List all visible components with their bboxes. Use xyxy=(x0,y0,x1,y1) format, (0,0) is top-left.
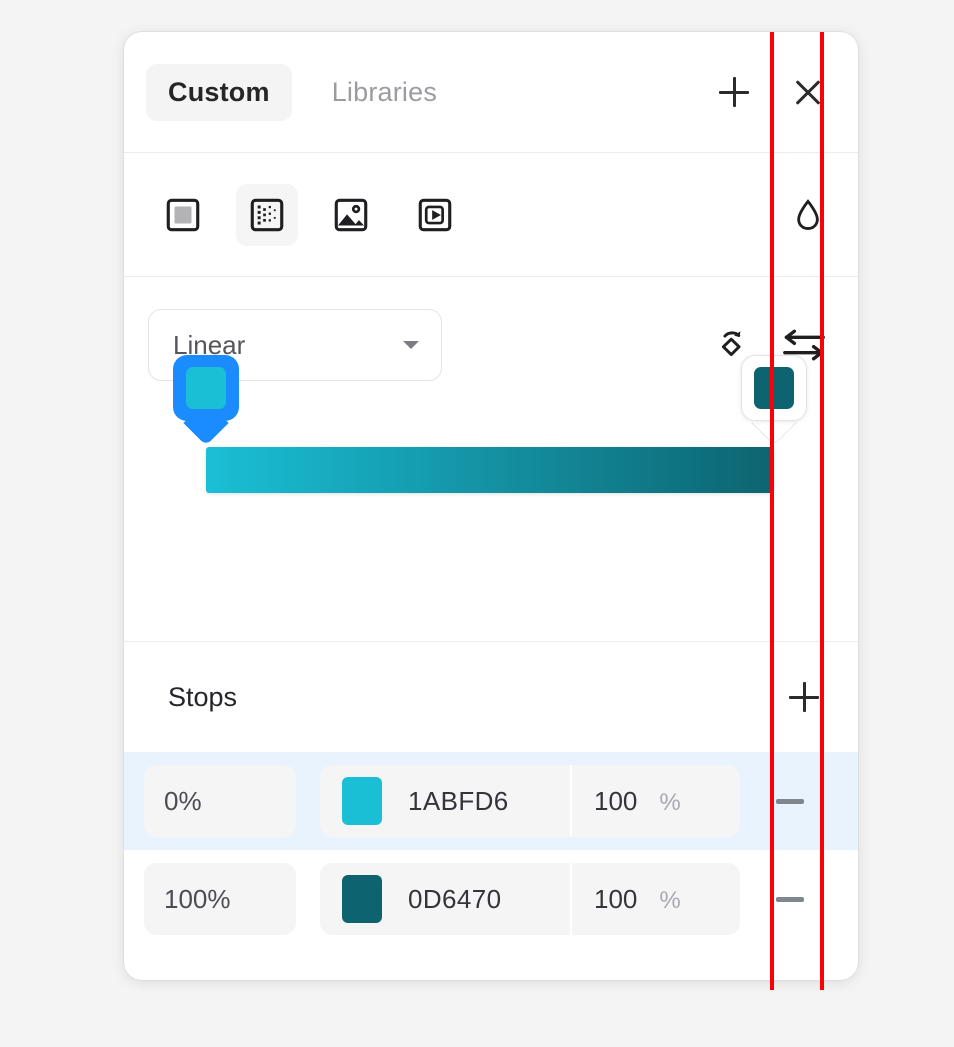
chevron-down-icon xyxy=(403,341,419,349)
video-icon xyxy=(418,198,452,231)
gradient-slider xyxy=(173,355,807,493)
color-swatch xyxy=(342,875,382,923)
stop-opacity-unit: % xyxy=(659,789,681,816)
gradient-stop-handle-1[interactable] xyxy=(741,355,807,449)
table-row[interactable]: 0% 1ABFD6 100 % xyxy=(124,752,858,850)
stop-opacity-field[interactable]: 100 % xyxy=(570,863,740,935)
fill-type-solid[interactable] xyxy=(152,184,214,246)
stop-hex-input[interactable]: 1ABFD6 xyxy=(408,786,509,817)
stop-handle-swatch xyxy=(186,367,226,409)
fill-type-video[interactable] xyxy=(404,184,466,246)
stop-color-picker[interactable]: 1ABFD6 xyxy=(320,765,570,837)
gradient-stop-handle-0[interactable] xyxy=(173,355,239,449)
gradient-editor: Linear xyxy=(124,277,858,641)
plus-icon xyxy=(789,682,819,712)
fill-type-image[interactable] xyxy=(320,184,382,246)
minus-icon xyxy=(776,798,804,804)
stop-opacity-input[interactable]: 100 xyxy=(594,863,637,935)
stop-position-input[interactable]: 100% xyxy=(144,863,296,935)
close-icon xyxy=(793,77,823,107)
tab-libraries[interactable]: Libraries xyxy=(310,64,459,121)
stop-color-picker[interactable]: 0D6470 xyxy=(320,863,570,935)
stops-title: Stops xyxy=(168,681,238,712)
color-swatch xyxy=(342,777,382,825)
plus-icon xyxy=(719,77,749,107)
gradient-preview-bar[interactable] xyxy=(206,447,774,493)
close-panel-button[interactable] xyxy=(784,68,832,116)
fill-type-row xyxy=(124,153,858,276)
stop-opacity-unit: % xyxy=(659,887,681,914)
panel-header: Custom Libraries xyxy=(124,32,858,152)
stop-hex-input[interactable]: 0D6470 xyxy=(408,884,501,915)
stop-color-group: 0D6470 100 % xyxy=(320,863,740,935)
solid-color-icon xyxy=(166,198,200,231)
stops-section-header: Stops xyxy=(124,642,858,752)
gradient-fill-panel: Custom Libraries Linear Stops 0% 1ABFD6 … xyxy=(124,32,858,980)
stop-position-input[interactable]: 0% xyxy=(144,765,296,837)
stop-opacity-field[interactable]: 100 % xyxy=(570,765,740,837)
minus-icon xyxy=(776,896,804,902)
stop-color-group: 1ABFD6 100 % xyxy=(320,765,740,837)
gradient-icon xyxy=(250,198,284,231)
image-icon xyxy=(334,198,368,231)
left-guide xyxy=(770,32,774,990)
table-row[interactable]: 100% 0D6470 100 % xyxy=(124,850,858,948)
gradient-controls-row: Linear xyxy=(148,277,832,381)
right-guide xyxy=(820,32,824,990)
stop-handle-swatch xyxy=(754,367,794,409)
tab-custom[interactable]: Custom xyxy=(146,63,292,121)
opacity-button[interactable] xyxy=(784,191,832,239)
droplet-icon xyxy=(797,198,819,230)
add-fill-button[interactable] xyxy=(710,68,758,116)
stop-opacity-input[interactable]: 100 xyxy=(594,765,637,837)
fill-type-gradient[interactable] xyxy=(236,183,298,246)
